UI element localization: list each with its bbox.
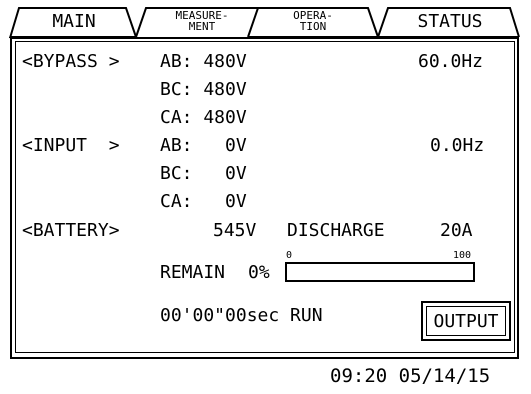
bypass-frequency: 60.0Hz — [418, 51, 484, 72]
bypass-ab: AB: 480V — [160, 51, 247, 72]
input-bc: BC: 0V — [160, 163, 247, 184]
battery-current: 20A — [440, 220, 473, 241]
bypass-label: <BYPASS > — [22, 51, 120, 72]
clock-datetime: 09:20 05/14/15 — [330, 365, 491, 387]
output-button-label: OUTPUT — [426, 306, 506, 336]
input-label: <INPUT > — [22, 135, 120, 156]
input-ab: AB: 0V — [160, 135, 247, 156]
input-ca: CA: 0V — [160, 191, 247, 212]
battery-label: <BATTERY> — [22, 220, 120, 241]
tab-measurement-line2: MENT — [188, 20, 216, 33]
remain-bar — [285, 262, 475, 282]
runtime-text: 00'00"00sec RUN — [160, 305, 323, 326]
tab-operation-line2: TION — [299, 20, 327, 33]
output-button[interactable]: OUTPUT — [421, 301, 511, 341]
tab-main[interactable]: MAIN — [22, 8, 126, 34]
bypass-bc: BC: 480V — [160, 79, 247, 100]
battery-voltage: 545V — [213, 220, 257, 241]
remain-scale-min: 0 — [286, 250, 293, 261]
tab-measurement[interactable]: MEASURE- MENT — [146, 6, 258, 36]
bypass-ca: CA: 480V — [160, 107, 247, 128]
tab-status[interactable]: STATUS — [390, 8, 510, 34]
remain-value: 0% — [248, 262, 270, 283]
battery-mode: DISCHARGE — [287, 220, 385, 241]
input-frequency: 0.0Hz — [430, 135, 485, 156]
remain-label: REMAIN — [160, 262, 226, 283]
remain-scale-max: 100 — [453, 250, 472, 261]
tab-operation[interactable]: OPERA- TION — [258, 6, 368, 36]
